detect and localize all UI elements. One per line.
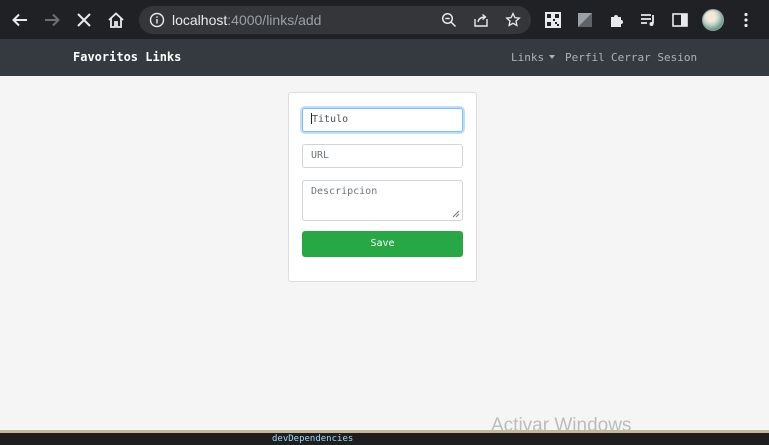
qr-code-icon[interactable] [543, 10, 563, 30]
caret-down-icon [549, 55, 556, 59]
side-panel-icon[interactable] [670, 10, 690, 30]
extension-square-icon[interactable] [575, 10, 595, 30]
forward-button[interactable] [40, 8, 64, 32]
background-window-text: devDependencies [272, 434, 354, 444]
home-button[interactable] [104, 8, 128, 32]
info-icon[interactable] [149, 12, 165, 33]
address-bar[interactable]: localhost:4000/links/add [139, 6, 531, 34]
arrow-right-icon [45, 13, 60, 27]
url-placeholder: URL [311, 150, 330, 161]
description-textarea[interactable]: Descripcion [302, 180, 463, 221]
title-placeholder: Titulo [312, 114, 349, 125]
zoom-icon[interactable] [440, 11, 458, 29]
title-input[interactable]: Titulo [302, 108, 463, 132]
brand-link[interactable]: Favoritos Links [73, 50, 181, 65]
back-button[interactable] [8, 8, 32, 32]
save-button[interactable]: Save [302, 231, 463, 257]
resize-handle-icon[interactable] [452, 210, 460, 218]
url-host: localhost [172, 12, 228, 28]
nav-links-dropdown[interactable]: Links [511, 51, 556, 64]
nav-profile-link[interactable]: Perfil [565, 51, 605, 64]
puzzle-icon[interactable] [607, 10, 627, 30]
media-queue-icon[interactable] [638, 10, 658, 30]
url-text[interactable]: localhost:4000/links/add [172, 12, 321, 28]
more-menu-icon[interactable] [736, 10, 756, 30]
home-icon [108, 12, 124, 28]
star-icon[interactable] [504, 11, 522, 29]
arrow-left-icon [12, 13, 27, 27]
close-icon [77, 13, 91, 27]
url-path: :4000/links/add [227, 12, 322, 28]
description-placeholder: Descripcion [311, 186, 378, 197]
browser-toolbar: localhost:4000/links/add [0, 0, 769, 39]
add-link-card: Titulo URL Descripcion Save [288, 92, 477, 282]
url-input[interactable]: URL [302, 144, 463, 168]
nav-logout-link[interactable]: Cerrar Sesion [611, 51, 697, 64]
nav-links-label: Links [511, 51, 545, 64]
background-window [0, 433, 769, 445]
profile-avatar[interactable] [702, 9, 724, 31]
stop-loading-button[interactable] [72, 8, 96, 32]
app-navbar: Favoritos Links Links Perfil Cerrar Sesi… [0, 39, 769, 76]
share-icon[interactable] [472, 11, 490, 29]
